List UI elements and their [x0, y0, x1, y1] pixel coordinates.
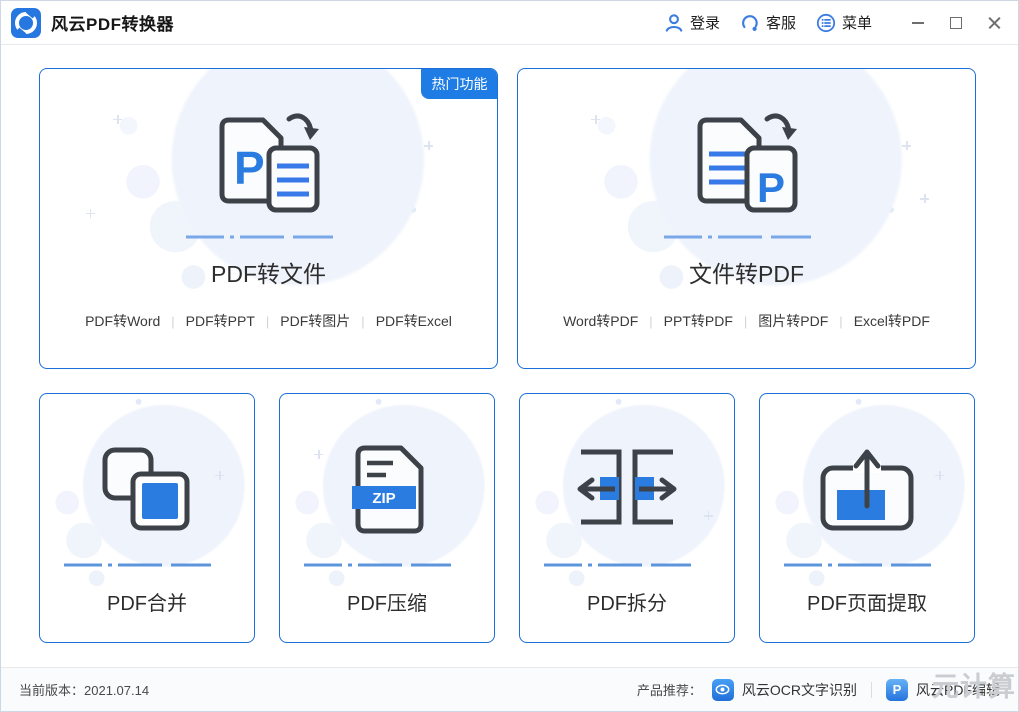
sparkle-decoration — [215, 470, 225, 480]
login-button[interactable]: 登录 — [664, 12, 720, 33]
feature-pdf-to-ppt[interactable]: PDF转PPT — [186, 311, 255, 331]
separator: | — [171, 313, 175, 329]
ocr-eye-icon — [711, 678, 734, 701]
sparkle-decoration — [703, 510, 713, 520]
pdf-page-extract-icon — [820, 449, 914, 530]
headset-icon — [742, 14, 758, 31]
pdf-editor-icon: P — [886, 678, 908, 701]
titlebar-actions: 登录 客服 菜单 — [664, 12, 1002, 33]
dashed-divider — [185, 235, 352, 239]
pdf-compress-icon: ZIP — [352, 445, 424, 533]
sparkle-decoration — [85, 208, 95, 218]
separator: | — [361, 313, 365, 329]
main-area: 热门功能 P PDF转文件 PDF转Word | PDF转PPT | PDF转图… — [1, 45, 1018, 669]
menu-list-icon — [816, 13, 836, 32]
window-controls — [910, 15, 1002, 31]
sparkle-decoration — [113, 114, 123, 124]
app-title: 风云PDF转换器 — [51, 15, 174, 34]
svg-text:ZIP: ZIP — [372, 490, 395, 507]
customer-service-button[interactable]: 客服 — [740, 12, 796, 33]
pdf-to-file-icon: P — [219, 113, 319, 213]
card-pdf-compress[interactable]: ZIP PDF压缩 — [279, 393, 495, 643]
sparkle-decoration — [935, 470, 945, 480]
sparkle-decoration — [920, 194, 930, 204]
pdf-merge-icon — [102, 447, 190, 530]
product-label: 风云PDF编辑 — [916, 681, 1000, 698]
card-title: 文件转PDF — [689, 261, 804, 287]
sparkle-decoration — [424, 141, 434, 150]
dashed-divider — [304, 563, 470, 567]
app-logo-icon — [11, 7, 41, 38]
feature-excel-to-pdf[interactable]: Excel转PDF — [854, 311, 930, 331]
titlebar: 风云PDF转换器 登录 客服 菜单 — [1, 1, 1018, 45]
file-to-pdf-icon: P — [697, 113, 797, 213]
card-title: PDF拆分 — [587, 593, 667, 615]
feature-word-to-pdf[interactable]: Word转PDF — [563, 311, 638, 331]
card-title: PDF压缩 — [347, 593, 427, 615]
maximize-button[interactable] — [948, 15, 964, 31]
sparkle-decoration — [591, 114, 601, 124]
app-window: 风云PDF转换器 登录 客服 菜单 热门功能 P PDF转文件 PDF转Word… — [0, 0, 1019, 712]
feature-ppt-to-pdf[interactable]: PPT转PDF — [664, 311, 733, 331]
feature-links: PDF转Word | PDF转PPT | PDF转图片 | PDF转Excel — [85, 311, 452, 331]
card-title: PDF合并 — [107, 593, 187, 615]
user-icon — [665, 13, 683, 32]
card-pdf-merge[interactable]: PDF合并 — [39, 393, 255, 643]
feature-pdf-to-excel[interactable]: PDF转Excel — [376, 311, 452, 331]
svg-text:P: P — [757, 164, 785, 211]
product-label: 风云OCR文字识别 — [741, 681, 857, 698]
icon-zone: P — [518, 69, 975, 305]
feature-links: Word转PDF | PPT转PDF | 图片转PDF | Excel转PDF — [563, 311, 930, 331]
footer: 当前版本：2021.07.14 产品推荐： 风云OCR文字识别 P 风云PDF编… — [1, 667, 1018, 711]
card-pdf-split[interactable]: PDF拆分 — [519, 393, 735, 643]
separator: | — [743, 313, 748, 329]
icon-zone: P — [40, 69, 497, 305]
icon-zone: ZIP — [280, 394, 494, 595]
product-link-pdf-editor[interactable]: P 风云PDF编辑 — [886, 678, 1000, 701]
promo-label: 产品推荐： — [636, 683, 702, 698]
separator: | — [265, 313, 270, 329]
sparkle-decoration — [314, 449, 324, 459]
hot-feature-badge: 热门功能 — [421, 69, 497, 99]
login-label: 登录 — [689, 15, 720, 32]
icon-zone — [760, 394, 974, 595]
dashed-divider — [784, 563, 950, 567]
footer-promos: 产品推荐： 风云OCR文字识别 P 风云PDF编辑 — [636, 678, 1000, 701]
feature-image-to-pdf[interactable]: 图片转PDF — [758, 311, 828, 331]
footer-divider — [871, 681, 872, 698]
icon-zone — [520, 394, 734, 595]
close-button[interactable] — [986, 15, 1002, 31]
menu-button[interactable]: 菜单 — [816, 12, 872, 33]
separator: | — [839, 313, 843, 329]
icon-zone — [40, 394, 254, 595]
pdf-split-icon — [577, 449, 677, 524]
customer-service-label: 客服 — [765, 15, 796, 32]
card-title: PDF页面提取 — [807, 593, 927, 615]
menu-label: 菜单 — [841, 15, 872, 32]
separator: | — [649, 313, 653, 329]
sparkle-decoration — [902, 141, 912, 150]
card-title: PDF转文件 — [211, 261, 326, 287]
card-file-to-pdf[interactable]: P 文件转PDF Word转PDF | PPT转PDF | 图片转PDF | E… — [517, 68, 976, 369]
product-link-ocr[interactable]: 风云OCR文字识别 — [711, 678, 857, 701]
feature-pdf-to-image[interactable]: PDF转图片 — [280, 311, 350, 331]
card-pdf-to-file[interactable]: 热门功能 P PDF转文件 PDF转Word | PDF转PPT | PDF转图… — [39, 68, 498, 369]
svg-text:P: P — [234, 142, 265, 194]
dashed-divider — [64, 563, 230, 567]
dashed-divider — [544, 563, 710, 567]
version-label: 当前版本：2021.07.14 — [19, 683, 150, 698]
feature-pdf-to-word[interactable]: PDF转Word — [85, 311, 160, 331]
minimize-button[interactable] — [910, 15, 926, 31]
dashed-divider — [663, 235, 830, 239]
card-pdf-page-extract[interactable]: PDF页面提取 — [759, 393, 975, 643]
